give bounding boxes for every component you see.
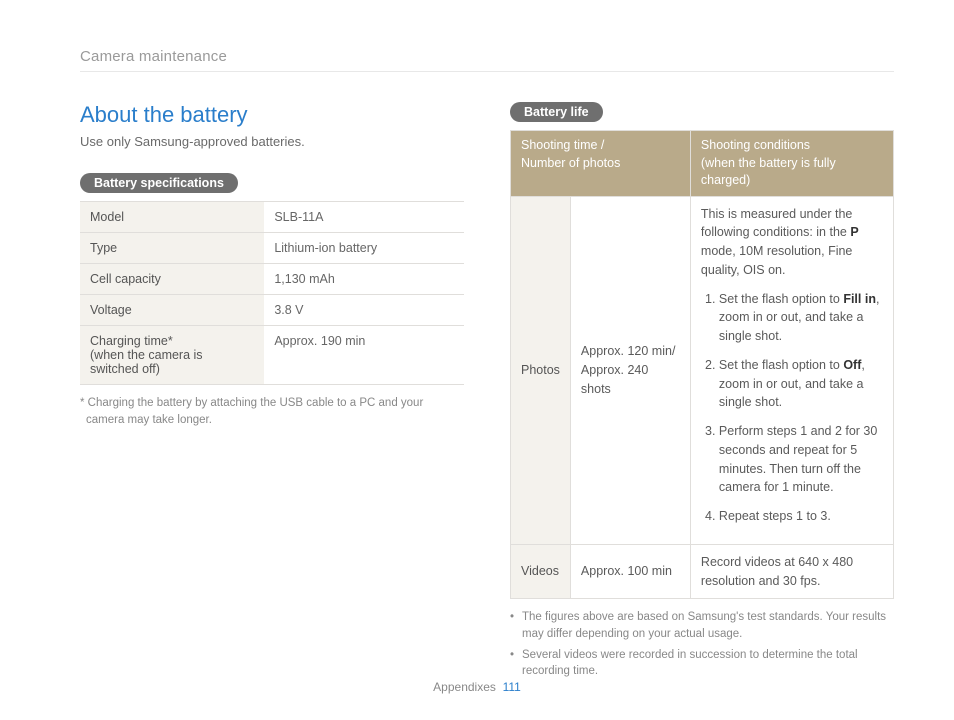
spec-label: Charging time* (when the camera is switc… — [80, 326, 264, 385]
mode-label: P — [850, 225, 858, 239]
life-table: Shooting time / Number of photos Shootin… — [510, 130, 894, 599]
header-text: (when the battery is fully charged) — [701, 156, 836, 188]
spec-value: 3.8 V — [264, 295, 464, 326]
table-row: Charging time* (when the camera is switc… — [80, 326, 464, 385]
text: Set the flash option to — [719, 358, 843, 372]
bold-text: Off — [843, 358, 861, 372]
page-number: 111 — [503, 680, 521, 694]
time-text: Approx. 120 min/ — [581, 344, 676, 358]
spec-value: Approx. 190 min — [264, 326, 464, 385]
spec-footnote: * Charging the battery by attaching the … — [80, 395, 464, 428]
intro-text: Use only Samsung-approved batteries. — [80, 134, 464, 149]
life-time-cell: Approx. 120 min/ Approx. 240 shots — [570, 196, 690, 544]
list-item: Several videos were recorded in successi… — [510, 647, 894, 680]
table-row: Photos Approx. 120 min/ Approx. 240 shot… — [511, 196, 894, 544]
life-row-label: Photos — [511, 196, 571, 544]
spec-label: Model — [80, 202, 264, 233]
list-item: Set the flash option to Fill in, zoom in… — [719, 290, 883, 346]
table-row: Videos Approx. 100 min Record videos at … — [511, 544, 894, 599]
spec-heading-pill: Battery specifications — [80, 173, 238, 193]
header-text: Shooting conditions — [701, 138, 810, 152]
spec-value: SLB-11A — [264, 202, 464, 233]
breadcrumb: Camera maintenance — [80, 48, 894, 72]
life-conditions-cell: Record videos at 640 x 480 resolution an… — [690, 544, 893, 599]
spec-value: 1,130 mAh — [264, 264, 464, 295]
page-footer: Appendixes 111 — [0, 680, 954, 694]
content-columns: About the battery Use only Samsung-appro… — [80, 102, 894, 684]
right-column: Battery life Shooting time / Number of p… — [510, 102, 894, 684]
table-row: Voltage 3.8 V — [80, 295, 464, 326]
steps-list: Set the flash option to Fill in, zoom in… — [719, 290, 883, 526]
text: Set the flash option to — [719, 292, 843, 306]
bold-text: Fill in — [843, 292, 876, 306]
life-conditions-cell: This is measured under the following con… — [690, 196, 893, 544]
spec-table: Model SLB-11A Type Lithium-ion battery C… — [80, 201, 464, 385]
table-row: Model SLB-11A — [80, 202, 464, 233]
footer-section: Appendixes — [433, 680, 496, 694]
text: mode, 10M resolution, Fine quality, OIS … — [701, 244, 852, 277]
list-item: Perform steps 1 and 2 for 30 seconds and… — [719, 422, 883, 497]
life-heading-pill: Battery life — [510, 102, 603, 122]
spec-label: Voltage — [80, 295, 264, 326]
spec-value: Lithium-ion battery — [264, 233, 464, 264]
condition-intro: This is measured under the following con… — [701, 205, 883, 280]
header-text: Number of photos — [521, 156, 620, 170]
life-header-time: Shooting time / Number of photos — [511, 131, 691, 197]
notes-list: The figures above are based on Samsung's… — [510, 609, 894, 680]
text: This is measured under the following con… — [701, 207, 852, 240]
life-header-conditions: Shooting conditions (when the battery is… — [690, 131, 893, 197]
left-column: About the battery Use only Samsung-appro… — [80, 102, 464, 684]
life-row-label: Videos — [511, 544, 571, 599]
list-item: Repeat steps 1 to 3. — [719, 507, 883, 526]
table-row: Type Lithium-ion battery — [80, 233, 464, 264]
section-title: About the battery — [80, 102, 464, 128]
list-item: Set the flash option to Off, zoom in or … — [719, 356, 883, 412]
spec-label: Cell capacity — [80, 264, 264, 295]
life-time-cell: Approx. 100 min — [570, 544, 690, 599]
table-row: Cell capacity 1,130 mAh — [80, 264, 464, 295]
header-text: Shooting time / — [521, 138, 604, 152]
time-text: Approx. 240 shots — [581, 363, 648, 396]
table-header-row: Shooting time / Number of photos Shootin… — [511, 131, 894, 197]
spec-label: Type — [80, 233, 264, 264]
list-item: The figures above are based on Samsung's… — [510, 609, 894, 642]
